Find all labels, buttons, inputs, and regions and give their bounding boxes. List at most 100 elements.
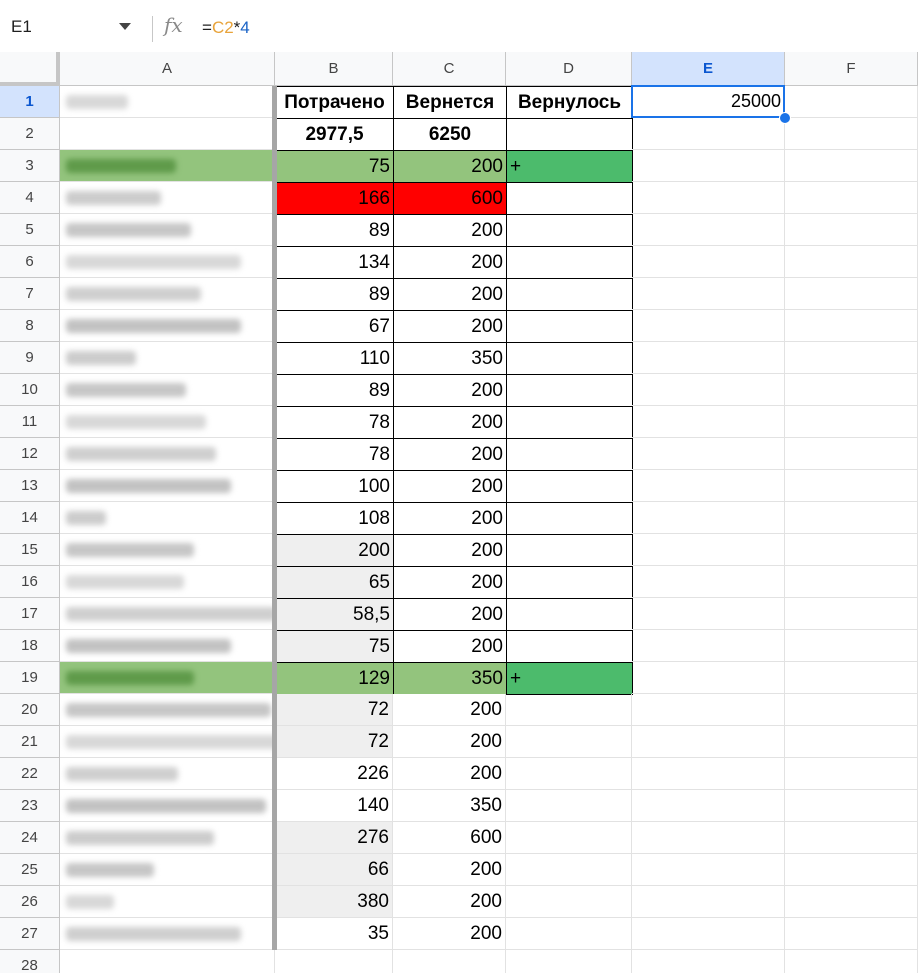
cell-a4[interactable] <box>60 182 275 214</box>
cell-b17[interactable]: 58,5 <box>275 598 394 631</box>
row-header-28[interactable]: 28 <box>0 950 60 973</box>
cell-d3[interactable]: + <box>506 150 633 183</box>
cell-c14[interactable]: 200 <box>393 502 507 535</box>
row-header-24[interactable]: 24 <box>0 822 60 854</box>
cell-f9[interactable] <box>785 342 918 374</box>
formula-input[interactable]: =C2*4 <box>202 18 250 38</box>
cell-b19[interactable]: 129 <box>275 662 394 695</box>
cell-e24[interactable] <box>632 822 785 854</box>
cell-b1[interactable]: Потрачено <box>275 86 394 119</box>
column-header-e[interactable]: E <box>632 52 785 86</box>
cell-a5[interactable] <box>60 214 275 246</box>
cell-c15[interactable]: 200 <box>393 534 507 567</box>
cell-b14[interactable]: 108 <box>275 502 394 535</box>
cell-c7[interactable]: 200 <box>393 278 507 311</box>
cell-d12[interactable] <box>506 438 633 471</box>
row-header-20[interactable]: 20 <box>0 694 60 726</box>
row-header-8[interactable]: 8 <box>0 310 60 342</box>
column-header-c[interactable]: C <box>393 52 506 86</box>
cell-e6[interactable] <box>632 246 785 278</box>
row-header-17[interactable]: 17 <box>0 598 60 630</box>
cell-f28[interactable] <box>785 950 918 973</box>
cell-d20[interactable] <box>506 694 632 726</box>
cell-e27[interactable] <box>632 918 785 950</box>
row-header-13[interactable]: 13 <box>0 470 60 502</box>
cell-e2[interactable] <box>632 118 785 150</box>
cell-a21[interactable] <box>60 726 275 758</box>
cell-e7[interactable] <box>632 278 785 310</box>
cell-c8[interactable]: 200 <box>393 310 507 343</box>
cell-e3[interactable] <box>632 150 785 182</box>
cell-c28[interactable] <box>393 950 506 973</box>
cell-b13[interactable]: 100 <box>275 470 394 503</box>
cell-a24[interactable] <box>60 822 275 854</box>
cell-e20[interactable] <box>632 694 785 726</box>
cell-e4[interactable] <box>632 182 785 214</box>
cell-c24[interactable]: 600 <box>393 822 506 854</box>
row-header-10[interactable]: 10 <box>0 374 60 406</box>
row-header-4[interactable]: 4 <box>0 182 60 214</box>
cell-e15[interactable] <box>632 534 785 566</box>
cell-d6[interactable] <box>506 246 633 279</box>
cell-a7[interactable] <box>60 278 275 310</box>
cell-d17[interactable] <box>506 598 633 631</box>
cell-b2[interactable]: 2977,5 <box>275 118 394 151</box>
row-header-2[interactable]: 2 <box>0 118 60 150</box>
cell-c27[interactable]: 200 <box>393 918 506 950</box>
cell-e28[interactable] <box>632 950 785 973</box>
row-header-5[interactable]: 5 <box>0 214 60 246</box>
cell-e25[interactable] <box>632 854 785 886</box>
cell-a17[interactable] <box>60 598 275 630</box>
cell-d8[interactable] <box>506 310 633 343</box>
cell-f23[interactable] <box>785 790 918 822</box>
cell-c21[interactable]: 200 <box>393 726 506 758</box>
cell-a9[interactable] <box>60 342 275 374</box>
cell-d22[interactable] <box>506 758 632 790</box>
cell-a14[interactable] <box>60 502 275 534</box>
cell-f8[interactable] <box>785 310 918 342</box>
cell-d15[interactable] <box>506 534 633 567</box>
row-header-19[interactable]: 19 <box>0 662 60 694</box>
cell-f2[interactable] <box>785 118 918 150</box>
cell-b11[interactable]: 78 <box>275 406 394 439</box>
cell-f11[interactable] <box>785 406 918 438</box>
cell-d5[interactable] <box>506 214 633 247</box>
cell-c25[interactable]: 200 <box>393 854 506 886</box>
row-header-3[interactable]: 3 <box>0 150 60 182</box>
cell-f13[interactable] <box>785 470 918 502</box>
row-header-9[interactable]: 9 <box>0 342 60 374</box>
row-header-25[interactable]: 25 <box>0 854 60 886</box>
cell-d24[interactable] <box>506 822 632 854</box>
cell-e18[interactable] <box>632 630 785 662</box>
cell-b24[interactable]: 276 <box>275 822 393 854</box>
cell-f1[interactable] <box>785 86 918 118</box>
cell-b20[interactable]: 72 <box>275 694 393 726</box>
row-header-21[interactable]: 21 <box>0 726 60 758</box>
cell-c3[interactable]: 200 <box>393 150 507 183</box>
frozen-column-divider[interactable] <box>272 86 277 950</box>
cell-b22[interactable]: 226 <box>275 758 393 790</box>
cell-a13[interactable] <box>60 470 275 502</box>
cell-d13[interactable] <box>506 470 633 503</box>
cell-e11[interactable] <box>632 406 785 438</box>
cell-c2[interactable]: 6250 <box>393 118 507 151</box>
chevron-down-icon[interactable] <box>119 23 131 30</box>
cell-e22[interactable] <box>632 758 785 790</box>
cell-e10[interactable] <box>632 374 785 406</box>
cell-b25[interactable]: 66 <box>275 854 393 886</box>
cell-f5[interactable] <box>785 214 918 246</box>
cell-a1[interactable] <box>60 86 275 118</box>
cell-f10[interactable] <box>785 374 918 406</box>
cell-c26[interactable]: 200 <box>393 886 506 918</box>
cell-b12[interactable]: 78 <box>275 438 394 471</box>
cell-c16[interactable]: 200 <box>393 566 507 599</box>
cell-d10[interactable] <box>506 374 633 407</box>
cell-c1[interactable]: Вернется <box>393 86 507 119</box>
cell-f15[interactable] <box>785 534 918 566</box>
cell-f12[interactable] <box>785 438 918 470</box>
row-header-1[interactable]: 1 <box>0 86 60 118</box>
cell-a2[interactable] <box>60 118 275 150</box>
cell-d18[interactable] <box>506 630 633 663</box>
cell-a16[interactable] <box>60 566 275 598</box>
cell-f27[interactable] <box>785 918 918 950</box>
